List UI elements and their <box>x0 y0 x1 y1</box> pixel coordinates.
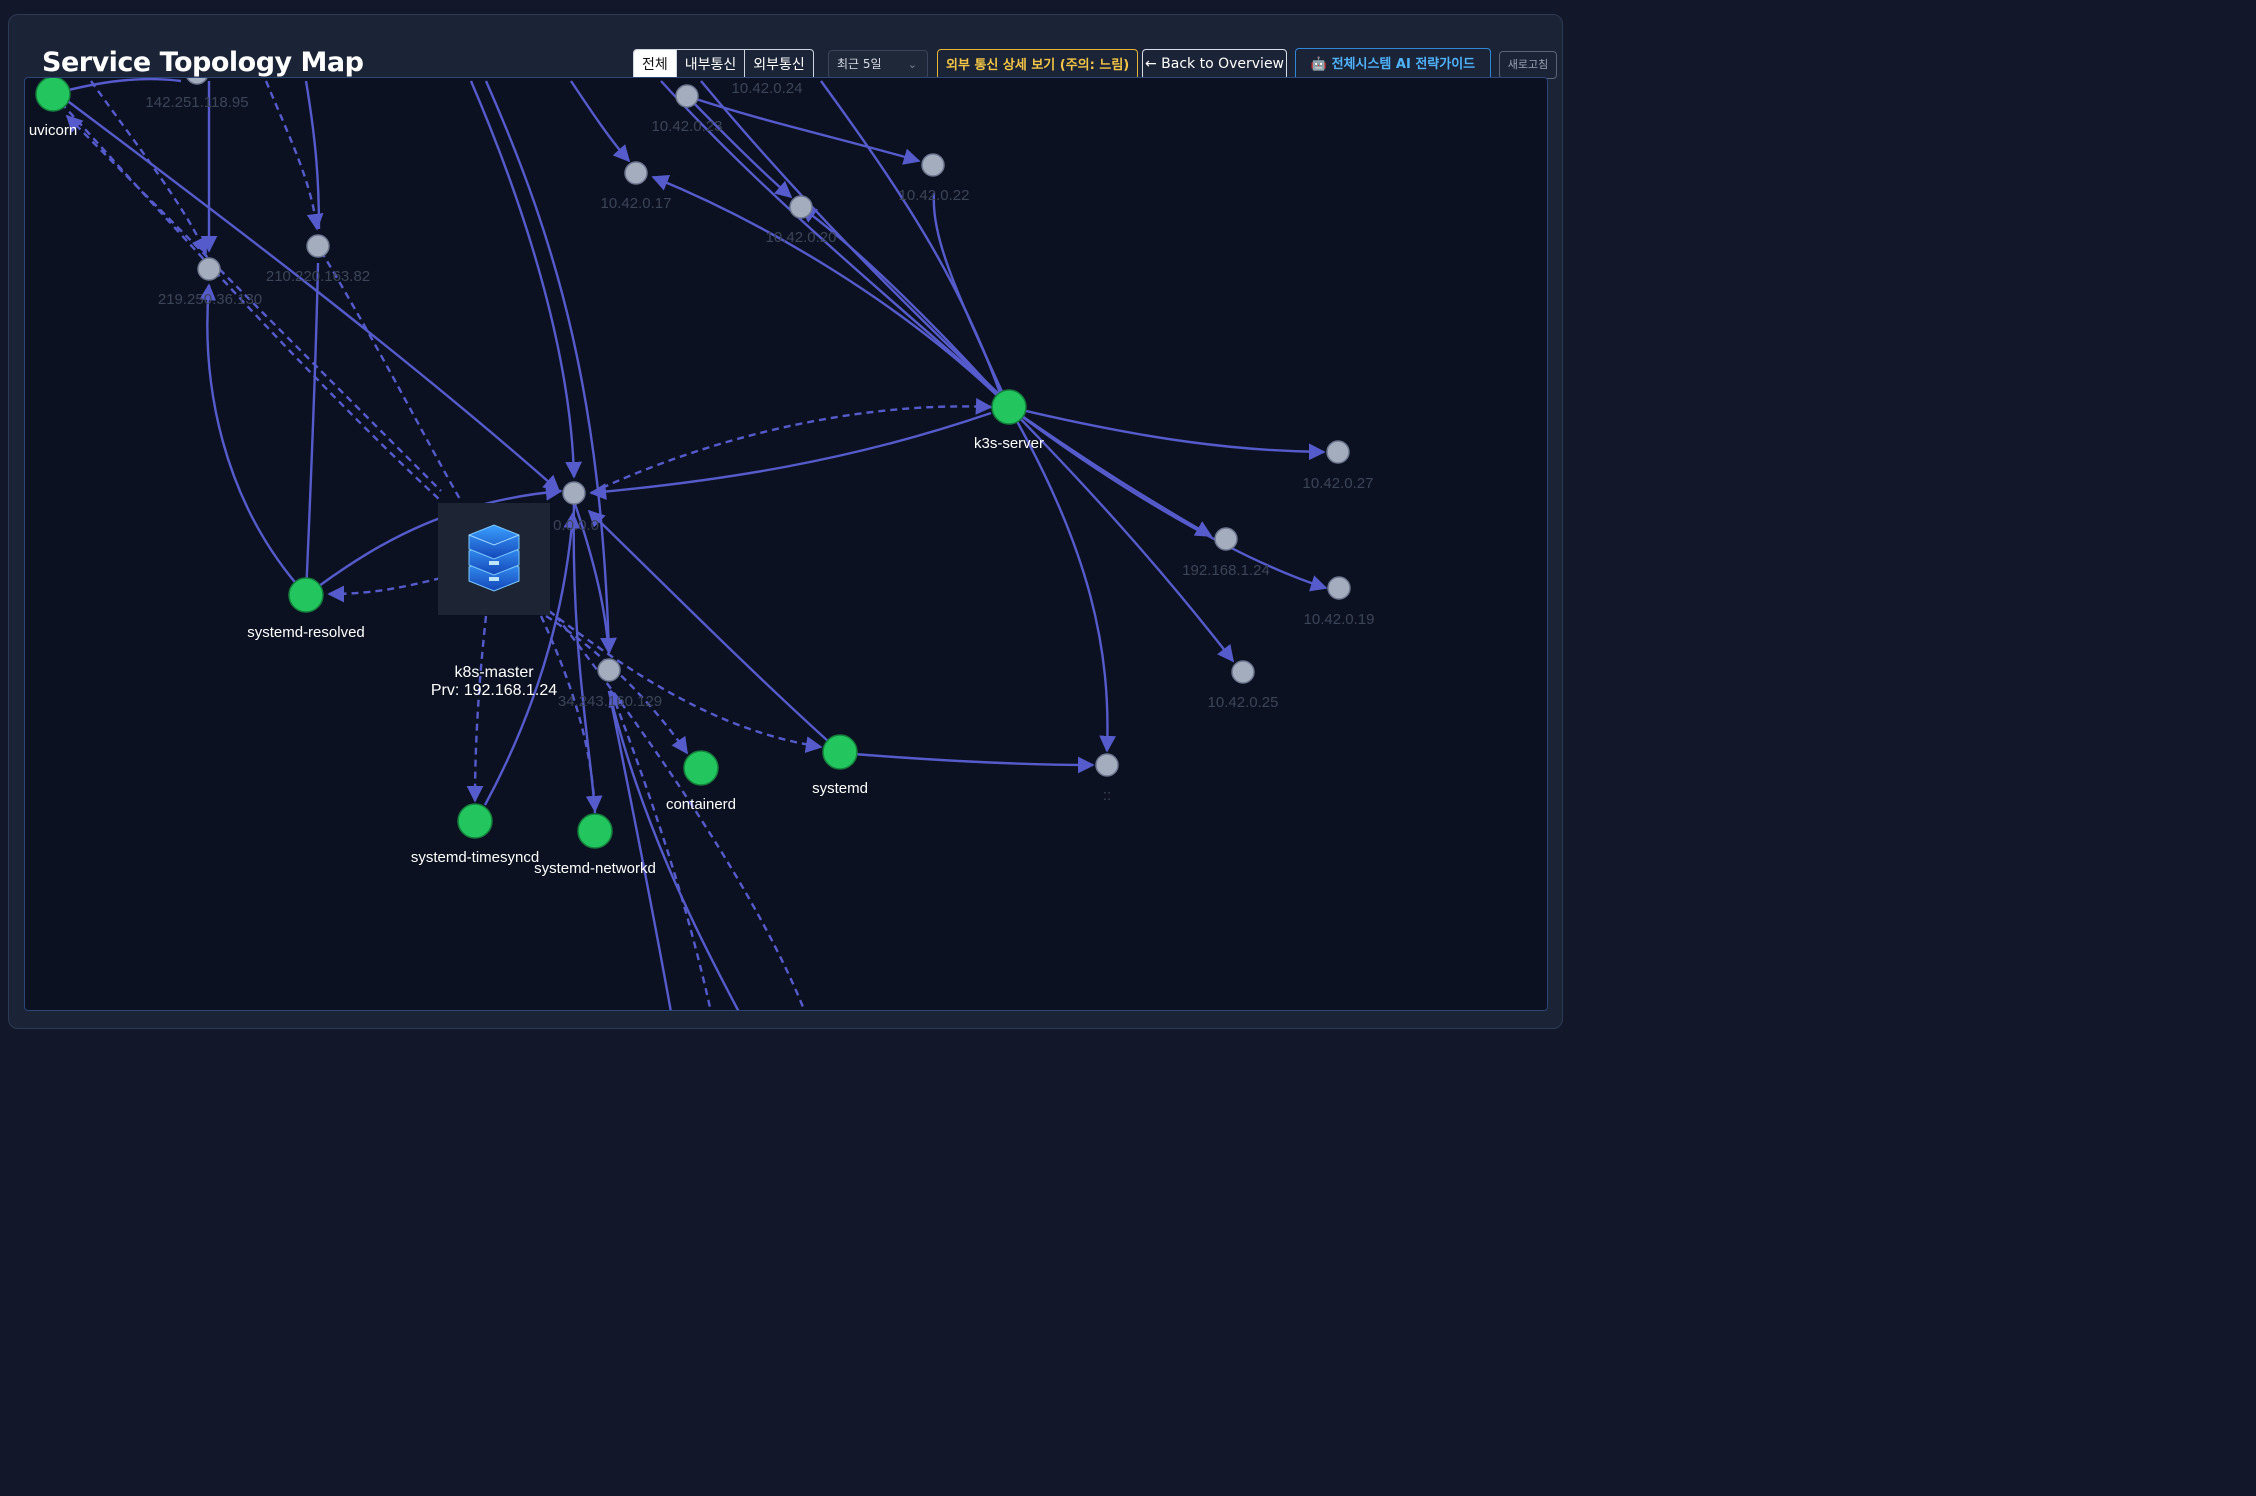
server-node-k8s-master[interactable]: k8s-master Prv: 192.168.1.24 <box>431 503 557 699</box>
page-title: Service Topology Map <box>42 47 364 78</box>
ip-node[interactable] <box>921 153 945 177</box>
ip-node[interactable] <box>186 78 208 85</box>
host-label: systemd-networkd <box>534 860 656 877</box>
ip-label: 10.42.0.19 <box>1304 611 1375 628</box>
ip-label: 10.42.0.23 <box>652 118 723 135</box>
edge <box>319 250 463 502</box>
ip-label: 0.0.0.0 <box>553 517 599 534</box>
refresh-button[interactable]: 새로고침 <box>1499 51 1557 79</box>
ip-node[interactable] <box>1214 527 1238 551</box>
ip-nodes <box>186 78 1351 777</box>
edge <box>52 78 182 96</box>
edge <box>1008 406 1328 592</box>
back-to-overview-button[interactable]: ← Back to Overview <box>1142 49 1287 80</box>
ip-node[interactable] <box>1327 576 1351 600</box>
ip-node[interactable] <box>597 658 621 682</box>
host-label: k3s-server <box>974 435 1044 452</box>
ip-label: 34.243.160.129 <box>558 693 662 710</box>
host-label: uvicorn <box>29 122 77 139</box>
edge <box>304 262 320 596</box>
ip-label: 192.168.1.24 <box>1182 562 1270 579</box>
ip-node[interactable] <box>562 481 586 505</box>
ip-node[interactable] <box>624 161 648 185</box>
host-node-systemd-timesyncd[interactable] <box>457 803 493 839</box>
ip-node[interactable] <box>675 84 699 108</box>
ip-label: 10.42.0.24 <box>732 80 803 97</box>
edge <box>327 576 442 603</box>
host-node-systemd-resolved[interactable] <box>288 577 324 613</box>
ip-label: 142.251.118.95 <box>145 94 248 111</box>
ip-node[interactable] <box>789 195 813 219</box>
server-stack-icon <box>468 524 520 592</box>
time-range-value: 최근 5일 <box>837 57 882 71</box>
server-sublabel: Prv: 192.168.1.24 <box>431 682 557 699</box>
edge <box>932 192 1011 408</box>
ip-label: :: <box>1103 787 1111 804</box>
host-label: systemd-resolved <box>247 624 365 641</box>
ip-node[interactable] <box>1231 660 1255 684</box>
chevron-down-icon: ⌄ <box>907 58 917 71</box>
ip-label: 10.42.0.17 <box>601 195 672 212</box>
edge <box>572 500 597 814</box>
edge <box>1008 406 1213 538</box>
edge <box>840 751 1095 774</box>
ip-node[interactable] <box>306 234 330 258</box>
host-node-containerd[interactable] <box>683 750 719 786</box>
ip-node[interactable] <box>1095 753 1119 777</box>
host-node-systemd[interactable] <box>822 734 858 770</box>
edges <box>52 78 1328 1010</box>
ip-label: 10.42.0.25 <box>1208 694 1279 711</box>
edge <box>548 610 823 753</box>
topology-canvas[interactable]: 142.251.118.95 210.220.163.82 219.250.36… <box>24 77 1548 1011</box>
edge <box>820 80 1003 397</box>
host-node-systemd-networkd[interactable] <box>577 813 613 849</box>
edge <box>570 80 631 163</box>
ip-label: 10.42.0.22 <box>899 187 970 204</box>
ip-label: 10.42.0.20 <box>766 229 837 246</box>
edge <box>590 397 993 495</box>
host-node-uvicorn[interactable] <box>35 78 71 112</box>
edge <box>589 411 992 500</box>
host-label: systemd-timesyncd <box>411 849 539 866</box>
ip-label: 10.42.0.27 <box>1303 475 1374 492</box>
time-range-select[interactable]: 최근 5일 ⌄ <box>828 50 928 79</box>
host-node-k3s-server[interactable] <box>991 389 1027 425</box>
topology-graph[interactable]: 142.251.118.95 210.220.163.82 219.250.36… <box>25 78 1548 1011</box>
external-detail-button[interactable]: 외부 통신 상세 보기 (주의: 느림) <box>937 49 1139 80</box>
ip-node[interactable] <box>197 257 221 281</box>
ip-label: 219.250.36.130 <box>158 291 262 308</box>
host-label: systemd <box>812 780 868 797</box>
edge <box>60 95 561 493</box>
ip-node[interactable] <box>1326 440 1350 464</box>
edge <box>466 615 488 803</box>
server-label: k8s-master <box>454 664 534 681</box>
edge <box>199 283 307 596</box>
host-label: containerd <box>666 796 736 813</box>
ip-label: 210.220.163.82 <box>266 268 370 285</box>
edge <box>1008 405 1326 461</box>
